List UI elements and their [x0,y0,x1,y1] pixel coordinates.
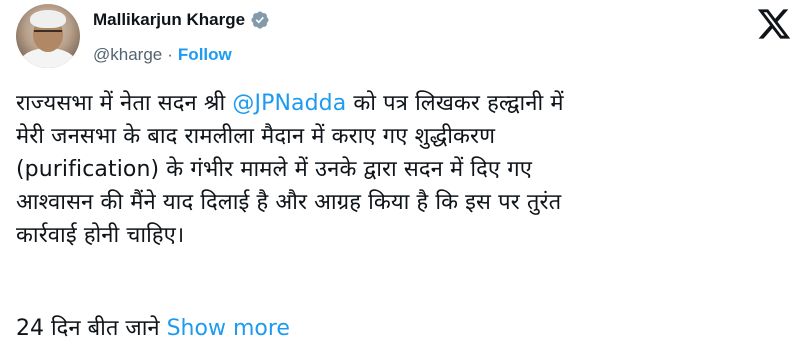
x-logo-icon[interactable] [756,6,792,42]
tweet-line: (purification) के गंभीर मामले में उनके द… [16,157,532,182]
separator-dot: · [167,45,173,64]
avatar-glasses [34,30,62,38]
avatar[interactable] [16,4,80,68]
tweet-line-text: राज्यसभा में नेता सदन श्री [16,91,233,116]
follow-button[interactable]: Follow [178,45,232,65]
show-more-link[interactable]: Show more [167,316,290,341]
avatar-hair [30,10,66,28]
tweet-line: आश्वासन की मैंने याद दिलाई है और आग्रह क… [16,190,562,215]
tweet-line: राज्यसभा में नेता सदन श्री @JPNadda को प… [16,87,788,120]
author-name-row: Mallikarjun Kharge [93,10,270,30]
tweet-text: राज्यसभा में नेता सदन श्री @JPNadda को प… [16,87,788,252]
tweet-line: कार्रवाई होनी चाहिए। [16,223,185,248]
truncated-line: 24 दिन बीत जाने Show more [16,312,290,345]
author-handle-row: @kharge · Follow [93,45,232,65]
author-name[interactable]: Mallikarjun Kharge [93,10,245,30]
mention-link[interactable]: @JPNadda [232,91,346,116]
author-handle[interactable]: @kharge [93,45,162,65]
tweet-line-text: को पत्र लिखकर हल्द्वानी में [346,91,564,116]
truncated-text: 24 दिन बीत जाने [16,316,167,341]
verified-badge-icon [250,10,270,30]
tweet-line: मेरी जनसभा के बाद रामलीला मैदान में कराए… [16,124,496,149]
